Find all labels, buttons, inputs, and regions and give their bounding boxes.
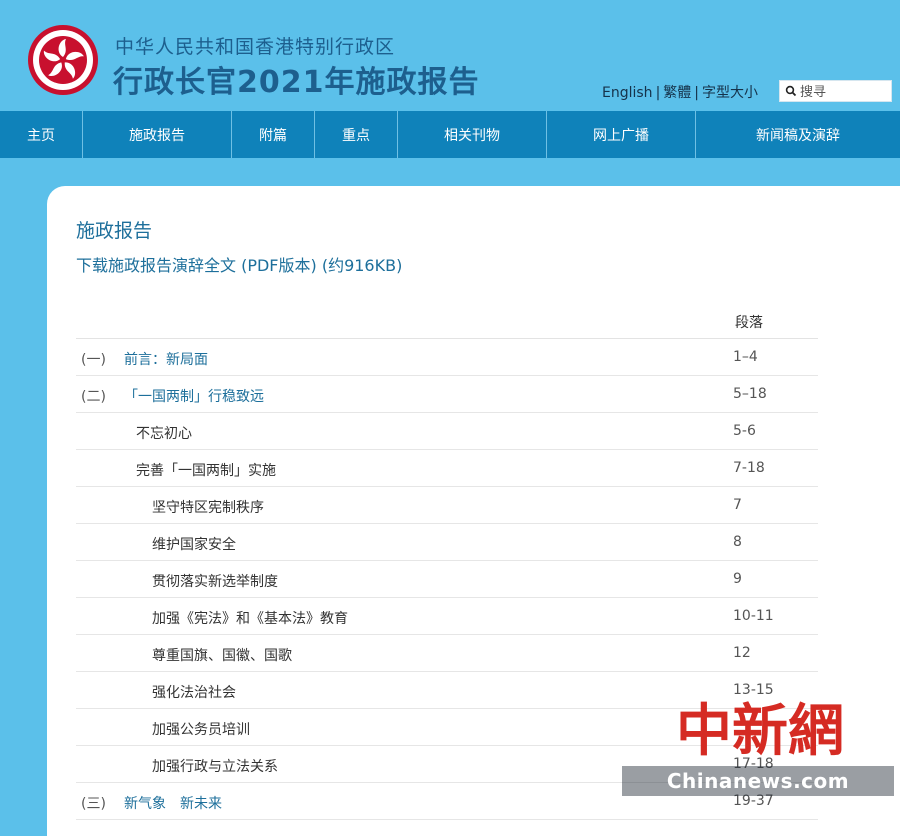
english-link[interactable]: English <box>602 85 653 101</box>
nav-highlights[interactable]: 重点 <box>315 111 398 158</box>
paragraph-range: 1–4 <box>733 349 758 365</box>
search-icon[interactable] <box>784 84 798 98</box>
lang-separator: | <box>694 85 699 101</box>
subsection-title: 尊重国旗、国徽、国歌 <box>152 648 292 664</box>
watermark-logo-text: 中新網 <box>676 698 844 764</box>
paragraph-range: 7 <box>733 497 742 513</box>
section-title: 完善「一国两制」实施 <box>136 463 276 479</box>
subsection-title: 坚守特区宪制秩序 <box>152 500 264 516</box>
paragraph-range: 12 <box>733 645 751 661</box>
nav-webcast[interactable]: 网上广播 <box>547 111 696 158</box>
subsection-title: 加强行政与立法关系 <box>152 759 278 775</box>
subsection-title: 强化法治社会 <box>152 685 236 701</box>
page-title: 施政报告 <box>76 220 153 242</box>
table-row: (一) 前言：新局面 1–4 <box>76 339 818 376</box>
table-row: 完善「一国两制」实施 7-18 <box>76 450 818 487</box>
subsection-title: 维护国家安全 <box>152 537 236 553</box>
lang-separator: | <box>655 85 661 101</box>
chapter-link[interactable]: 「一国两制」行稳致远 <box>124 386 264 406</box>
chinanews-watermark: 中新網 Chinanews.com <box>622 686 894 804</box>
watermark-site-text: Chinanews.com <box>622 766 894 796</box>
table-row: 加强《宪法》和《基本法》教育 10-11 <box>76 598 818 635</box>
hksar-emblem <box>27 24 99 96</box>
table-row: 不忘初心 5-6 <box>76 413 818 450</box>
section-title: 不忘初心 <box>136 426 192 442</box>
traditional-chinese-link[interactable]: 繁體 <box>663 85 691 101</box>
chapter-link[interactable]: 前言：新局面 <box>124 349 208 369</box>
chapter-link[interactable]: 新气象 新未来 <box>124 793 222 813</box>
paragraph-range: 5–18 <box>733 386 767 402</box>
bauhinia-emblem-icon <box>28 25 98 95</box>
paragraph-range: 9 <box>733 571 742 587</box>
row-number: (一) <box>81 352 106 368</box>
nav-press-releases[interactable]: 新闻稿及演辞 <box>696 111 900 158</box>
subsection-title: 加强公务员培训 <box>152 722 250 738</box>
row-number: (三) <box>81 796 106 812</box>
table-row: 尊重国旗、国徽、国歌 12 <box>76 635 818 672</box>
language-bar: English | 繁體 | 字型大小 <box>602 82 758 102</box>
nav-policy-address[interactable]: 施政报告 <box>83 111 232 158</box>
main-nav: 主页 施政报告 附篇 重点 相关刊物 网上广播 新闻稿及演辞 <box>0 111 900 158</box>
search-input[interactable] <box>798 82 892 102</box>
download-pdf-link[interactable]: 下载施政报告演辞全文 (PDF版本) (约916KB) <box>76 252 402 276</box>
search-box <box>779 80 892 102</box>
paragraph-range: 5-6 <box>733 423 756 439</box>
row-number: (二) <box>81 389 106 405</box>
subsection-title: 加强《宪法》和《基本法》教育 <box>152 611 348 627</box>
site-title: 行政长官2021年施政报告 <box>113 65 480 100</box>
table-row: 维护国家安全 8 <box>76 524 818 561</box>
toc-header-row: 段落 <box>76 304 818 339</box>
nav-supplement[interactable]: 附篇 <box>232 111 315 158</box>
subsection-title: 贯彻落实新选举制度 <box>152 574 278 590</box>
table-row: 坚守特区宪制秩序 7 <box>76 487 818 524</box>
paragraph-range: 8 <box>733 534 742 550</box>
paragraph-range: 10-11 <box>733 608 774 624</box>
paragraph-range: 7-18 <box>733 460 765 476</box>
nav-publications[interactable]: 相关刊物 <box>398 111 547 158</box>
paragraph-column-header: 段落 <box>735 315 763 331</box>
table-row: (二) 「一国两制」行稳致远 5–18 <box>76 376 818 413</box>
nav-home[interactable]: 主页 <box>0 111 83 158</box>
table-row: 贯彻落实新选举制度 9 <box>76 561 818 598</box>
font-size-link[interactable]: 字型大小 <box>702 85 758 101</box>
region-name: 中华人民共和国香港特别行政区 <box>115 36 396 58</box>
